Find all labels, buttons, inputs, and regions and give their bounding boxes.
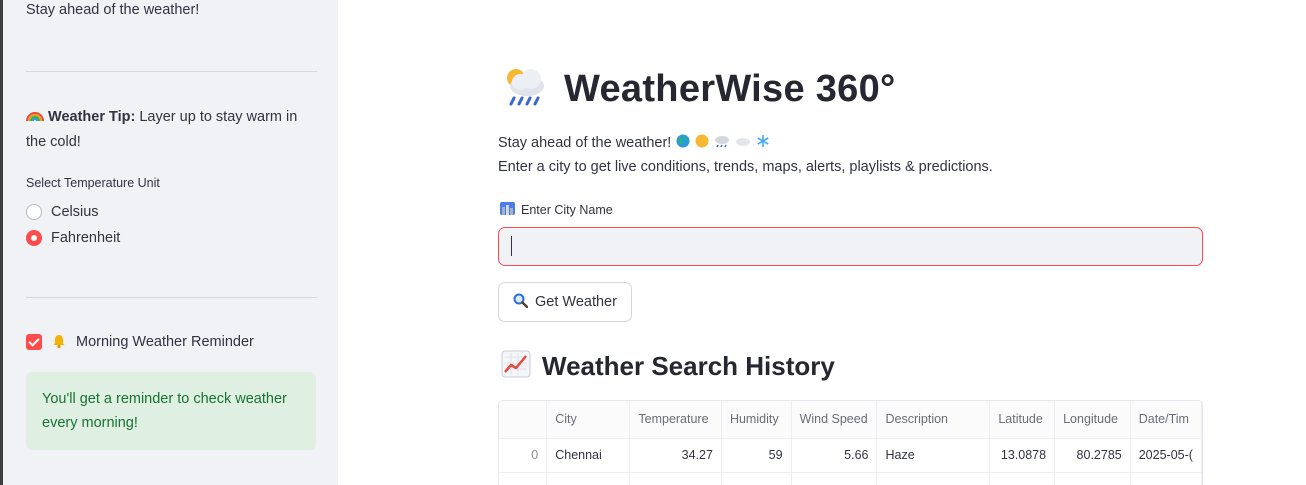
column-header[interactable]: Description [876, 401, 991, 439]
rain-cloud-icon [714, 134, 730, 152]
row-index: 0 [499, 438, 548, 473]
cloud-icon [735, 135, 751, 151]
cell [1054, 472, 1131, 485]
cell-latitude[interactable]: 13.0878 [989, 438, 1056, 473]
column-header[interactable]: Date/Tim [1130, 401, 1202, 439]
cityscape-icon [500, 202, 515, 218]
snowflake-icon [756, 134, 770, 152]
radio-celsius-label: Celsius [51, 204, 99, 220]
radio-circle[interactable] [26, 204, 42, 220]
radio-celsius[interactable]: Celsius [26, 204, 99, 220]
city-input[interactable] [498, 227, 1203, 266]
sidebar: Stay ahead of the weather! Weather Tip: … [3, 0, 338, 485]
city-label-text: Enter City Name [521, 203, 613, 217]
history-title: Weather Search History [542, 351, 835, 381]
sidebar-tagline: Stay ahead of the weather! [26, 2, 200, 18]
radio-circle-selected[interactable] [26, 230, 42, 246]
sidebar-divider [26, 297, 317, 298]
chart-increasing-icon [501, 350, 531, 383]
radio-fahrenheit[interactable]: Fahrenheit [26, 230, 120, 246]
reminder-success-alert: You'll get a reminder to check weather e… [26, 372, 316, 450]
cell-city[interactable]: Chennai [546, 438, 631, 473]
cell-datetime[interactable]: 2025-05-( [1130, 438, 1202, 473]
sidebar-divider [26, 71, 317, 72]
cell [1130, 472, 1202, 485]
checkbox-checked[interactable] [26, 334, 42, 350]
magnifier-icon [513, 293, 529, 312]
radio-fahrenheit-label: Fahrenheit [51, 230, 121, 246]
column-header[interactable]: Longitude [1054, 401, 1131, 439]
column-header[interactable]: Latitude [989, 401, 1056, 439]
description: Enter a city to get live conditions, tre… [498, 159, 993, 175]
column-header[interactable]: City [546, 401, 631, 439]
column-header[interactable]: Wind Speed [791, 401, 878, 439]
reminder-label: Morning Weather Reminder [76, 334, 254, 350]
reminder-message: You'll get a reminder to check weather e… [42, 391, 287, 431]
cell [546, 472, 631, 485]
table-row-partial[interactable] [499, 472, 1202, 485]
reminder-checkbox[interactable]: Morning Weather Reminder [26, 333, 254, 351]
column-header[interactable]: Humidity [721, 401, 792, 439]
cell [876, 472, 991, 485]
weather-tip: Weather Tip: Layer up to stay warm in th… [26, 105, 316, 155]
cell [791, 472, 878, 485]
subtitle: Stay ahead of the weather! [498, 134, 770, 152]
cell [989, 472, 1056, 485]
text-cursor [511, 236, 512, 256]
main-content: WeatherWise 360° Stay ahead of the weath… [338, 0, 1306, 485]
history-header: Weather Search History [501, 350, 835, 383]
sun-icon [695, 134, 709, 152]
column-header[interactable] [499, 401, 548, 439]
bell-icon [51, 333, 67, 351]
tip-label: Weather Tip: [48, 109, 136, 125]
get-weather-button[interactable]: Get Weather [498, 282, 632, 322]
cell-longitude[interactable]: 80.2785 [1054, 438, 1131, 473]
cell-temperature[interactable]: 34.27 [629, 438, 722, 473]
page-title: WeatherWise 360° [564, 68, 896, 110]
table-header-row: City Temperature Humidity Wind Speed Des… [499, 401, 1202, 439]
subtitle-text: Stay ahead of the weather! [498, 135, 672, 151]
get-weather-label: Get Weather [535, 294, 617, 310]
cell [629, 472, 722, 485]
cloud-sun-rain-icon [500, 64, 548, 115]
cell [499, 472, 548, 485]
column-header[interactable]: Temperature [629, 401, 722, 439]
cell-description[interactable]: Haze [876, 438, 991, 473]
history-table[interactable]: City Temperature Humidity Wind Speed Des… [498, 400, 1203, 485]
cell [721, 472, 792, 485]
cell-wind-speed[interactable]: 5.66 [791, 438, 878, 473]
cell-humidity[interactable]: 59 [721, 438, 792, 473]
table-row[interactable]: 0 Chennai 34.27 59 5.66 Haze 13.0878 80.… [499, 438, 1202, 473]
globe-icon [676, 134, 690, 152]
rainbow-icon [26, 105, 44, 130]
city-field-label: Enter City Name [500, 202, 613, 218]
unit-label: Select Temperature Unit [26, 176, 160, 190]
page-header: WeatherWise 360° [500, 64, 896, 115]
